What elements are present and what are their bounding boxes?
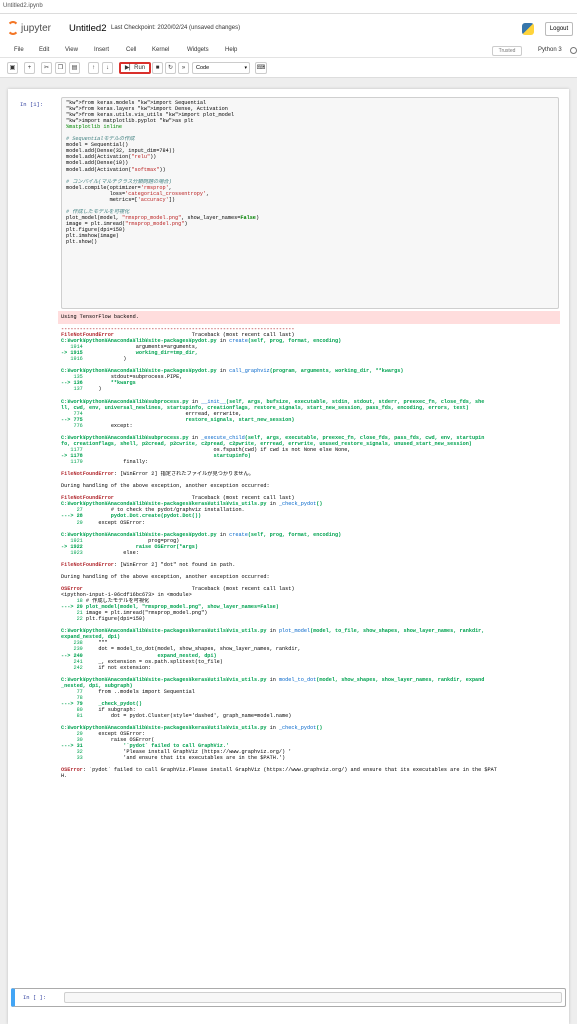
empty-code-input[interactable] bbox=[64, 992, 562, 1003]
chevron-down-icon: ▾ bbox=[244, 65, 247, 71]
python-logo-icon bbox=[522, 23, 534, 35]
stop-icon: ■ bbox=[155, 65, 160, 71]
paste-cell-button[interactable]: ▤ bbox=[69, 62, 80, 74]
scissors-icon: ✂ bbox=[43, 65, 50, 71]
logout-button[interactable]: Logout bbox=[545, 22, 573, 36]
cell-type-value: Code bbox=[196, 65, 210, 71]
restart-icon: ↻ bbox=[167, 65, 174, 71]
cell-prompt-empty: In [ ]: bbox=[23, 994, 47, 1001]
plus-icon: + bbox=[27, 65, 32, 71]
code-input[interactable]: "kw">from keras.models "kw">import Seque… bbox=[61, 97, 559, 309]
trusted-badge[interactable]: Trusted bbox=[492, 46, 522, 56]
notebook-container: In [1]: "kw">from keras.models "kw">impo… bbox=[8, 89, 569, 1024]
run-button[interactable]: ▶▏Run bbox=[119, 62, 151, 74]
command-palette-button[interactable]: ⌨ bbox=[255, 62, 267, 74]
save-button[interactable]: ▣ bbox=[7, 62, 18, 74]
cell-prompt: In [1]: bbox=[20, 101, 44, 108]
save-icon: ▣ bbox=[9, 65, 16, 71]
traceback-line: C:¥work¥python¥Anaconda¥lib¥site-package… bbox=[61, 676, 485, 683]
copy-icon: ❐ bbox=[57, 65, 64, 71]
code-line: plt.show() bbox=[66, 239, 98, 246]
interrupt-button[interactable]: ■ bbox=[152, 62, 163, 74]
fast-forward-icon: » bbox=[181, 65, 186, 71]
notebook-toolbar: ▣ + ✂ ❐ ▤ ↑ ↓ ▶▏Run ■ ↻ » Code ▾ ⌨ bbox=[0, 58, 577, 78]
browser-tab-title: Untitled2.ipynb bbox=[0, 0, 577, 14]
checkpoint-status: Last Checkpoint: 2020/02/24 (unsaved cha… bbox=[111, 25, 241, 31]
traceback-output: ----------------------------------------… bbox=[61, 326, 559, 780]
menu-widgets[interactable]: Widgets bbox=[187, 47, 209, 53]
jupyter-logo-icon bbox=[7, 21, 19, 35]
menu-kernel[interactable]: Kernel bbox=[152, 47, 169, 53]
menu-help[interactable]: Help bbox=[225, 47, 237, 53]
kernel-status-icon bbox=[570, 47, 577, 54]
traceback-line: H. bbox=[61, 773, 68, 780]
move-down-button[interactable]: ↓ bbox=[102, 62, 113, 74]
traceback-line: C:¥work¥python¥Anaconda¥lib¥site-package… bbox=[61, 628, 485, 635]
empty-code-cell[interactable]: In [ ]: bbox=[11, 988, 566, 1007]
restart-run-all-button[interactable]: » bbox=[178, 62, 189, 74]
restart-button[interactable]: ↻ bbox=[165, 62, 176, 74]
kernel-name: Python 3 bbox=[538, 47, 562, 53]
jupyter-logo[interactable]: jupyter bbox=[6, 21, 52, 37]
keyboard-icon: ⌨ bbox=[256, 65, 266, 71]
notebook-header: jupyter Untitled2 Last Checkpoint: 2020/… bbox=[0, 14, 577, 44]
menu-file[interactable]: File bbox=[14, 47, 24, 53]
menu-insert[interactable]: Insert bbox=[94, 47, 109, 53]
run-label: Run bbox=[134, 65, 146, 71]
copy-cell-button[interactable]: ❐ bbox=[55, 62, 66, 74]
jupyter-logo-text: jupyter bbox=[21, 23, 52, 34]
traceback-line: OSError: `pydot` failed to call GraphViz… bbox=[61, 767, 497, 774]
menu-view[interactable]: View bbox=[65, 47, 78, 53]
cut-cell-button[interactable]: ✂ bbox=[41, 62, 52, 74]
menu-cell[interactable]: Cell bbox=[126, 47, 136, 53]
move-up-button[interactable]: ↑ bbox=[88, 62, 99, 74]
menu-bar: File Edit View Insert Cell Kernel Widget… bbox=[0, 44, 577, 58]
stderr-output: Using TensorFlow backend. bbox=[58, 311, 560, 324]
add-cell-button[interactable]: + bbox=[24, 62, 35, 74]
paste-icon: ▤ bbox=[71, 65, 78, 71]
arrow-up-icon: ↑ bbox=[92, 65, 95, 71]
menu-edit[interactable]: Edit bbox=[39, 47, 49, 53]
arrow-down-icon: ↓ bbox=[106, 65, 109, 71]
run-icon: ▶▏ bbox=[124, 65, 135, 71]
notebook-title[interactable]: Untitled2 bbox=[69, 23, 107, 34]
cell-type-select[interactable]: Code ▾ bbox=[192, 62, 250, 74]
